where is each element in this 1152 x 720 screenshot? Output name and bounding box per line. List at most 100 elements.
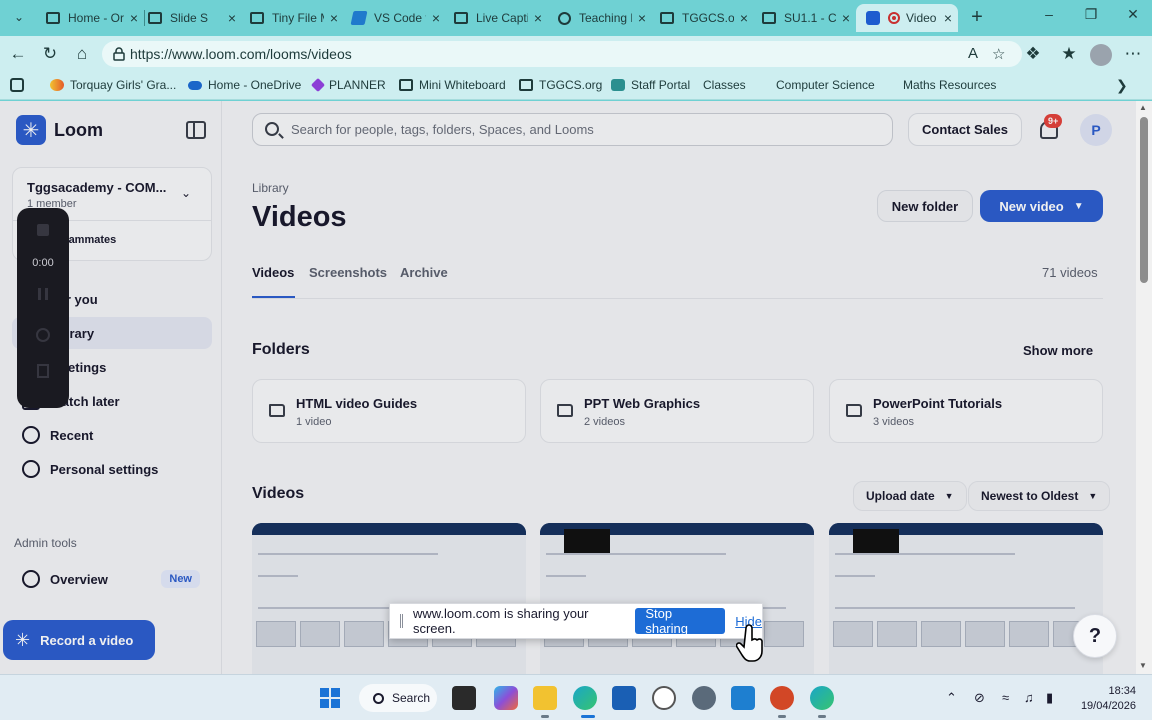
tab-actions-menu-icon[interactable]: ⌄: [8, 6, 30, 28]
powerpoint-icon[interactable]: [770, 686, 794, 710]
folder-card[interactable]: PowerPoint Tutorials 3 videos: [829, 379, 1103, 443]
sidebar-item-recent[interactable]: Recent: [12, 419, 212, 451]
trash-icon[interactable]: [37, 364, 49, 378]
video-thumbnail[interactable]: [540, 523, 814, 674]
screen: ⌄ Home - Or× Slide S× Tiny File M× VS Co…: [0, 0, 1152, 720]
browser-tab[interactable]: Home - Or ×: [36, 4, 144, 32]
bookmark-item[interactable]: Mini Whiteboard: [399, 78, 506, 92]
clock-app-icon[interactable]: [652, 686, 676, 710]
bookmark-item[interactable]: Staff Portal: [611, 78, 690, 92]
task-view-icon[interactable]: [452, 686, 476, 710]
close-icon[interactable]: ×: [638, 10, 646, 26]
browser-tab[interactable]: Slide S ×: [138, 4, 242, 32]
drag-handle-icon[interactable]: [400, 614, 403, 628]
bookmark-page-icon[interactable]: [10, 78, 24, 92]
chevron-right-icon[interactable]: ❯: [1116, 77, 1128, 94]
close-icon[interactable]: ×: [228, 10, 236, 26]
folder-card[interactable]: HTML video Guides 1 video: [252, 379, 526, 443]
new-tab-button[interactable]: +: [966, 6, 988, 29]
folder-card[interactable]: PPT Web Graphics 2 videos: [540, 379, 814, 443]
bookmark-item[interactable]: PLANNER: [310, 77, 386, 93]
bookmark-item[interactable]: Torquay Girls' Gra...: [50, 78, 176, 92]
show-more-button[interactable]: Show more: [1023, 343, 1093, 358]
restore-icon[interactable]: ❐: [1076, 6, 1106, 23]
sort-field-dropdown[interactable]: Upload date ▼: [853, 481, 967, 511]
browser-tab[interactable]: Tiny File M×: [240, 4, 344, 32]
more-menu-icon[interactable]: ⋯: [1122, 44, 1144, 64]
address-bar[interactable]: https://www.loom.com/looms/videos A ☆: [102, 41, 1022, 67]
scroll-down-icon[interactable]: ▼: [1139, 661, 1147, 670]
new-video-button[interactable]: New video ▼: [980, 190, 1103, 222]
bookmark-folder[interactable]: Classes: [703, 78, 746, 368]
stop-icon[interactable]: [37, 224, 49, 236]
bookmark-folder[interactable]: Maths Resources: [903, 78, 996, 368]
pause-icon[interactable]: [38, 288, 48, 300]
close-icon[interactable]: ×: [130, 10, 138, 26]
close-icon[interactable]: ×: [534, 10, 542, 26]
extensions-icon[interactable]: ❖: [1022, 44, 1044, 64]
sidebar-item-personal-settings[interactable]: Personal settings: [12, 453, 212, 485]
browser-tab[interactable]: Teaching H×: [548, 4, 652, 32]
close-icon[interactable]: ×: [740, 10, 748, 26]
video-thumbnail[interactable]: [252, 523, 526, 674]
bookmark-item[interactable]: Home - OneDrive: [188, 78, 301, 92]
tab-archive[interactable]: Archive: [400, 265, 448, 280]
browser-tab[interactable]: VS Code fo×: [342, 4, 446, 32]
battery-icon[interactable]: ▮: [1046, 690, 1053, 706]
browser-tab[interactable]: SU1.1 - Cr ×: [752, 4, 856, 32]
close-window-icon[interactable]: ✕: [1118, 6, 1148, 23]
sidebar-item-overview[interactable]: Overview New: [12, 563, 212, 595]
contact-sales-button[interactable]: Contact Sales: [908, 113, 1022, 146]
browser-tab[interactable]: Live Captio×: [444, 4, 548, 32]
back-arrow-icon[interactable]: ←: [7, 44, 29, 64]
scroll-up-icon[interactable]: ▲: [1139, 103, 1147, 112]
volume-icon[interactable]: ♫: [1024, 690, 1034, 705]
taskbar-search[interactable]: Search: [359, 684, 437, 712]
edge-icon[interactable]: [573, 686, 597, 710]
close-icon[interactable]: ×: [330, 10, 338, 26]
read-aloud-icon[interactable]: A: [968, 45, 978, 62]
loom-logo[interactable]: ✳ Loom: [16, 115, 103, 145]
home-icon[interactable]: ⌂: [71, 44, 93, 64]
tab-videos[interactable]: Videos: [252, 265, 294, 280]
help-button[interactable]: ?: [1073, 614, 1117, 658]
browser-tab[interactable]: TGGCS.org×: [650, 4, 754, 32]
user-avatar[interactable]: P: [1080, 114, 1112, 146]
m365-icon[interactable]: [494, 686, 518, 710]
new-folder-button[interactable]: New folder: [877, 190, 973, 222]
chevron-down-icon[interactable]: ⌄: [181, 186, 191, 200]
refresh-icon[interactable]: ↻: [39, 44, 61, 64]
store-icon[interactable]: [612, 686, 636, 710]
tab-screenshots[interactable]: Screenshots: [309, 265, 387, 280]
favorite-star-icon[interactable]: ☆: [992, 45, 1005, 63]
search-input[interactable]: [291, 114, 881, 145]
close-icon[interactable]: ×: [842, 10, 850, 26]
close-icon[interactable]: ×: [944, 10, 952, 26]
file-explorer-icon[interactable]: [533, 686, 557, 710]
video-thumbnail[interactable]: [829, 523, 1103, 674]
breadcrumb[interactable]: Library: [252, 181, 289, 195]
mic-muted-icon[interactable]: ⊘: [974, 690, 985, 706]
windows-start-icon[interactable]: [320, 688, 340, 708]
favorites-icon[interactable]: ★: [1058, 44, 1080, 64]
restart-icon[interactable]: [36, 328, 50, 342]
bookmark-item[interactable]: TGGCS.org: [519, 78, 602, 92]
browser-tab-active[interactable]: Video ×: [856, 4, 958, 32]
record-video-button[interactable]: ✳ Record a video: [3, 620, 155, 660]
minimize-icon[interactable]: –: [1034, 6, 1064, 22]
settings-icon[interactable]: [692, 686, 716, 710]
collapse-sidebar-icon[interactable]: [186, 121, 206, 139]
edge-icon[interactable]: [810, 686, 834, 710]
sort-order-dropdown[interactable]: Newest to Oldest ▼: [968, 481, 1111, 511]
search-bar[interactable]: [252, 113, 893, 146]
bookmark-folder[interactable]: Computer Science: [776, 78, 875, 368]
profile-avatar[interactable]: [1090, 44, 1112, 66]
taskbar-clock[interactable]: 18:34 19/04/2026: [1078, 684, 1136, 714]
wifi-icon[interactable]: ≈: [1002, 690, 1009, 705]
app-icon[interactable]: [731, 686, 755, 710]
close-icon[interactable]: ×: [432, 10, 440, 26]
chevron-up-icon[interactable]: ⌃: [946, 690, 957, 706]
stop-sharing-button[interactable]: Stop sharing: [635, 606, 726, 636]
page-scrollbar[interactable]: ▲ ▼: [1136, 101, 1152, 674]
scrollbar-thumb[interactable]: [1140, 117, 1148, 283]
